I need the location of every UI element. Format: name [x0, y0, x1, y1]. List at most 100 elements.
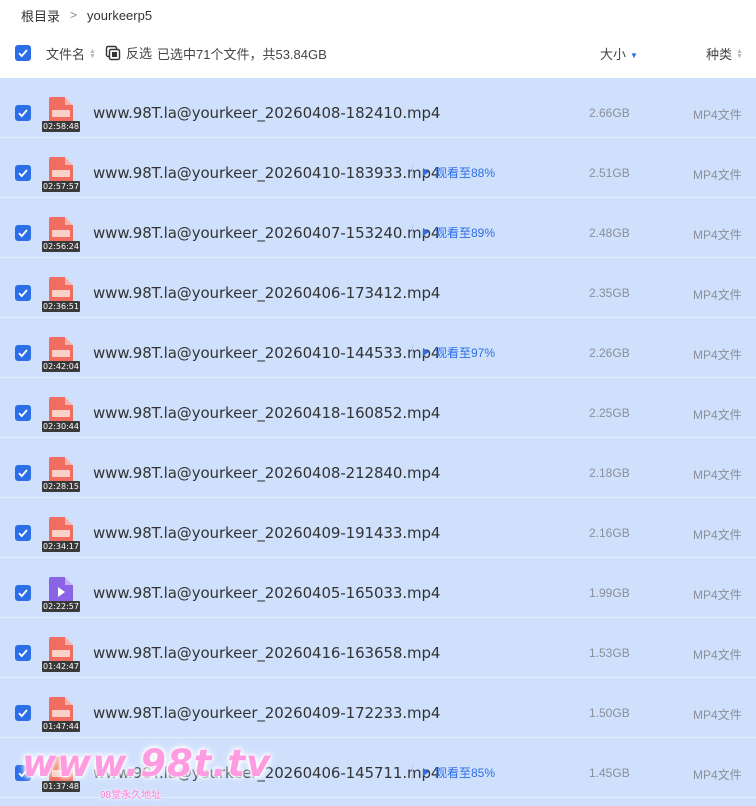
check-icon [18, 349, 28, 358]
file-type: MP4文件 [693, 348, 742, 362]
list-header: 文件名 ▲ ▼ 反选 已选中71个文件，共53.84GB 大小 ▼ 种类 ▲ ▼ [0, 30, 756, 76]
watch-progress[interactable]: 观看至97% [412, 345, 496, 360]
watch-progress[interactable]: 观看至85% [412, 765, 495, 780]
video-thumbnail[interactable]: 01:47:44 [42, 697, 80, 735]
row-checkbox[interactable] [15, 345, 31, 361]
file-type: MP4文件 [693, 288, 742, 302]
select-all-checkbox[interactable] [15, 45, 31, 61]
file-row[interactable]: 02:56:24 www.98T.la@yourkeer_20260407-153… [0, 198, 756, 258]
column-header-type[interactable]: 种类 ▲ ▼ [706, 44, 743, 63]
video-thumbnail[interactable]: 01:42:47 [42, 637, 80, 675]
play-icon [423, 228, 429, 236]
file-row[interactable]: 01:47:44 www.98T.la@yourkeer_20260409-172… [0, 678, 756, 738]
file-row[interactable]: 02:30:44 www.98T.la@yourkeer_20260418-160… [0, 378, 756, 438]
row-checkbox[interactable] [15, 525, 31, 541]
play-icon [423, 168, 429, 176]
row-checkbox[interactable] [15, 105, 31, 121]
file-row[interactable]: 02:28:15 www.98T.la@yourkeer_20260408-212… [0, 438, 756, 498]
column-header-size-label: 大小 [600, 47, 627, 62]
row-checkbox[interactable] [15, 465, 31, 481]
row-checkbox[interactable] [15, 225, 31, 241]
video-thumbnail[interactable]: 02:57:57 [42, 157, 80, 195]
file-type: MP4文件 [693, 648, 742, 662]
file-name[interactable]: www.98T.la@yourkeer_20260407-153240.mp4 [93, 224, 440, 242]
duration-badge: 02:30:44 [42, 421, 80, 432]
video-thumbnail[interactable]: 02:34:17 [42, 517, 80, 555]
video-thumbnail[interactable]: 02:56:24 [42, 217, 80, 255]
file-size: 1.53GB [589, 646, 630, 660]
file-name[interactable]: www.98T.la@yourkeer_20260418-160852.mp4 [93, 404, 440, 422]
watch-progress[interactable]: 观看至89% [412, 225, 496, 240]
file-row[interactable]: 01:42:47 www.98T.la@yourkeer_20260416-163… [0, 618, 756, 678]
breadcrumb-root[interactable]: 根目录 [21, 6, 60, 25]
file-type: MP4文件 [693, 468, 742, 482]
watch-progress-label: 观看至97% [435, 345, 496, 360]
video-thumbnail[interactable]: 02:58:48 [42, 97, 80, 135]
column-header-name[interactable]: 文件名 ▲ ▼ [46, 44, 96, 63]
file-row[interactable]: 02:36:51 www.98T.la@yourkeer_20260406-173… [0, 258, 756, 318]
file-name[interactable]: www.98T.la@yourkeer_20260409-172233.mp4 [93, 704, 440, 722]
video-thumbnail[interactable]: 02:22:57 [42, 577, 80, 615]
file-name[interactable]: www.98T.la@yourkeer_20260408-212840.mp4 [93, 464, 440, 482]
file-name[interactable]: www.98T.la@yourkeer_20260416-163658.mp4 [93, 644, 440, 662]
file-type: MP4文件 [693, 168, 742, 182]
check-icon [18, 649, 28, 658]
file-type: MP4文件 [693, 228, 742, 242]
row-checkbox[interactable] [15, 285, 31, 301]
file-name[interactable]: www.98T.la@yourkeer_20260406-173412.mp4 [93, 284, 440, 302]
check-icon [18, 289, 28, 298]
file-size: 2.51GB [589, 166, 630, 180]
column-header-type-label: 种类 [706, 47, 733, 62]
file-tag-icon [52, 290, 70, 297]
row-checkbox[interactable] [15, 165, 31, 181]
file-size: 2.25GB [589, 406, 630, 420]
invert-select-icon [105, 45, 121, 60]
check-icon [18, 409, 28, 418]
duration-badge: 01:47:44 [42, 721, 80, 732]
file-row[interactable]: 02:58:48 www.98T.la@yourkeer_20260408-182… [0, 78, 756, 138]
file-row[interactable]: 02:57:57 www.98T.la@yourkeer_20260410-183… [0, 138, 756, 198]
file-name[interactable]: www.98T.la@yourkeer_20260409-191433.mp4 [93, 524, 440, 542]
duration-badge: 02:22:57 [42, 601, 80, 612]
invert-selection-label: 反选 [126, 46, 153, 61]
video-thumbnail[interactable]: 02:30:44 [42, 397, 80, 435]
watch-progress-label: 观看至89% [435, 225, 496, 240]
duration-badge: 02:57:57 [42, 181, 80, 192]
check-icon [18, 469, 28, 478]
watch-progress-label: 观看至88% [435, 165, 496, 180]
duration-badge: 02:36:51 [42, 301, 80, 312]
file-size: 2.16GB [589, 526, 630, 540]
breadcrumb-current: yourkeerp5 [87, 7, 153, 23]
invert-selection-button[interactable]: 反选 [105, 43, 152, 62]
file-row[interactable]: 02:22:57 www.98T.la@yourkeer_20260405-165… [0, 558, 756, 618]
row-checkbox[interactable] [15, 645, 31, 661]
duration-badge: 02:58:48 [42, 121, 80, 132]
watch-progress[interactable]: 观看至88% [412, 165, 496, 180]
row-checkbox[interactable] [15, 405, 31, 421]
video-thumbnail[interactable]: 02:36:51 [42, 277, 80, 315]
file-name[interactable]: www.98T.la@yourkeer_20260410-144533.mp4 [93, 344, 440, 362]
play-icon [423, 768, 429, 776]
column-header-size[interactable]: 大小 ▼ [600, 44, 638, 63]
file-name[interactable]: www.98T.la@yourkeer_20260410-183933.mp4 [93, 164, 440, 182]
watermark-text: www.98t.tv [22, 742, 272, 785]
file-type: MP4文件 [693, 588, 742, 602]
file-name[interactable]: www.98T.la@yourkeer_20260408-182410.mp4 [93, 104, 440, 122]
file-name[interactable]: www.98T.la@yourkeer_20260405-165033.mp4 [93, 584, 440, 602]
row-checkbox[interactable] [15, 705, 31, 721]
row-checkbox[interactable] [15, 585, 31, 601]
sort-icon: ▲ ▼ [89, 47, 96, 60]
file-row[interactable]: 02:42:04 www.98T.la@yourkeer_20260410-144… [0, 318, 756, 378]
check-icon [18, 229, 28, 238]
duration-badge: 01:42:47 [42, 661, 80, 672]
video-thumbnail[interactable]: 02:28:15 [42, 457, 80, 495]
file-row[interactable]: 02:34:17 www.98T.la@yourkeer_20260409-191… [0, 498, 756, 558]
check-icon [18, 589, 28, 598]
sort-icon: ▲ ▼ [736, 47, 743, 60]
file-size: 2.35GB [589, 286, 630, 300]
file-size: 1.50GB [589, 706, 630, 720]
file-tag-icon [52, 230, 70, 237]
file-size: 2.66GB [589, 106, 630, 120]
sort-desc-icon: ▼ [630, 51, 638, 60]
video-thumbnail[interactable]: 02:42:04 [42, 337, 80, 375]
